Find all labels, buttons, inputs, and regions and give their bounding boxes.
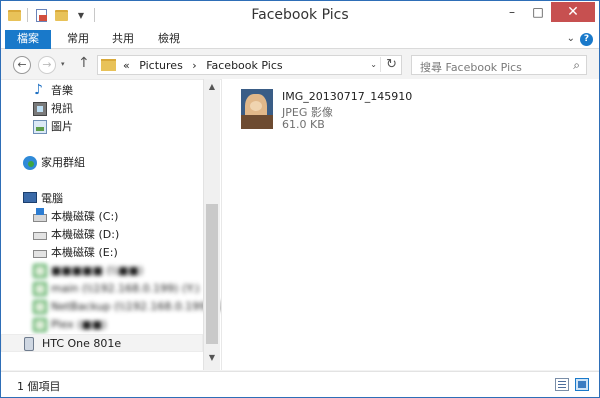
tab-home[interactable]: 常用 (57, 30, 99, 49)
nav-item-homegroup[interactable]: 家用群組 (1, 154, 203, 172)
nav-item-label: ■■■■■ (\\■■) (51, 264, 144, 277)
nav-item-drive-d[interactable]: 本機磁碟 (D:) (1, 226, 203, 244)
folder-icon (101, 59, 116, 71)
nav-item-label: 視訊 (51, 102, 73, 115)
nav-item-label: 電腦 (41, 192, 63, 205)
maximize-button[interactable]: □ (525, 2, 551, 22)
phone-icon (24, 337, 34, 351)
help-icon[interactable]: ? (580, 33, 593, 46)
recent-locations-dropdown[interactable]: ▾ (61, 60, 65, 68)
file-size: 61.0 KB (282, 118, 325, 131)
homegroup-icon (23, 156, 37, 170)
nav-item-label: 本機磁碟 (D:) (51, 228, 120, 241)
video-icon (33, 102, 47, 116)
address-bar[interactable]: « Pictures › Facebook Pics ⌄ ↻ (97, 55, 402, 75)
breadcrumb-separator[interactable]: › (192, 59, 196, 72)
close-button[interactable]: ✕ (551, 2, 595, 22)
forward-button[interactable]: → (38, 56, 56, 74)
breadcrumb-pictures[interactable]: Pictures (139, 59, 183, 72)
minimize-button[interactable]: – (499, 2, 525, 22)
nav-item-network-drive[interactable]: ■■■■■ (\\■■) (1, 262, 203, 280)
scroll-up-arrow[interactable]: ▲ (204, 82, 220, 96)
nav-item-computer[interactable]: 電腦 (1, 190, 203, 208)
item-count: 1 個項目 (17, 380, 61, 393)
nav-item-label: 圖片 (51, 120, 73, 133)
nav-item-label: 家用群組 (41, 156, 85, 169)
nav-item-pictures[interactable]: 圖片 (1, 118, 203, 136)
network-drive-icon (33, 300, 47, 314)
breadcrumb-facebook-pics[interactable]: Facebook Pics (206, 59, 282, 72)
search-icon[interactable]: ⌕ (573, 58, 580, 73)
nav-item-network-drive[interactable]: main (\\192.168.0.199) (Y:) (1, 280, 203, 298)
expand-ribbon-icon[interactable]: ⌄ (567, 33, 575, 44)
nav-item-label: 音樂 (51, 84, 73, 97)
tab-share[interactable]: 共用 (102, 30, 144, 49)
media-server-icon (33, 318, 47, 332)
back-button[interactable]: ← (13, 56, 31, 74)
nav-item-htc-one[interactable]: HTC One 801e (1, 334, 203, 352)
search-input[interactable]: 搜尋 Facebook Pics ⌕ (411, 55, 587, 75)
navigation-pane: 音樂 視訊 圖片 家用群組 電腦 本機磁碟 (C:) 本機磁碟 (D:) (1, 79, 221, 370)
network-drive-icon (33, 282, 47, 296)
nav-item-music[interactable]: 音樂 (1, 81, 203, 100)
computer-icon (23, 192, 37, 203)
status-bar: 1 個項目 (1, 371, 599, 397)
address-dropdown-icon[interactable]: ⌄ (370, 60, 377, 69)
breadcrumb: « Pictures › Facebook Pics (123, 59, 289, 72)
network-drive-icon (33, 264, 47, 278)
title-bar: ▼ Facebook Pics – □ ✕ (1, 1, 599, 30)
drive-icon (33, 250, 47, 258)
ribbon-tabs: 檔案 常用 共用 檢視 ⌄ ? (1, 30, 599, 49)
refresh-icon[interactable]: ↻ (380, 57, 397, 72)
navigation-pane-scrollbar[interactable]: ▲ ▼ (203, 79, 220, 370)
system-drive-icon (33, 208, 47, 222)
breadcrumb-overflow[interactable]: « (123, 59, 130, 72)
explorer-window: ▼ Facebook Pics – □ ✕ 檔案 常用 共用 檢視 ⌄ ? ← … (0, 0, 600, 398)
nav-item-drive-c[interactable]: 本機磁碟 (C:) (1, 208, 203, 226)
image-thumbnail[interactable] (241, 89, 273, 129)
search-placeholder: 搜尋 Facebook Pics (420, 61, 522, 74)
nav-item-media-server[interactable]: Plex (■■) (1, 316, 203, 334)
nav-item-network-drive[interactable]: NetBackup (\\192.168.0.199) (Z:) (1, 298, 221, 316)
nav-item-label: 本機磁碟 (C:) (51, 210, 119, 223)
nav-item-label: main (\\192.168.0.199) (Y:) (51, 282, 200, 295)
up-button[interactable]: ↑ (78, 55, 90, 71)
drive-icon (33, 232, 47, 240)
nav-item-videos[interactable]: 視訊 (1, 100, 203, 118)
music-icon (33, 81, 47, 99)
pictures-icon (33, 120, 47, 134)
tab-view[interactable]: 檢視 (148, 30, 190, 49)
nav-item-label: Plex (■■) (51, 318, 107, 331)
details-view-icon[interactable] (555, 378, 569, 391)
scrollbar-thumb[interactable] (206, 204, 218, 344)
navigation-bar: ← → ▾ ↑ « Pictures › Facebook Pics ⌄ ↻ 搜… (1, 50, 599, 79)
file-name[interactable]: IMG_20130717_145910 (282, 90, 412, 103)
large-icons-view-icon[interactable] (575, 378, 589, 391)
file-list: IMG_20130717_145910 JPEG 影像 61.0 KB (221, 79, 599, 370)
nav-item-label: NetBackup (\\192.168.0.199) (Z:) (51, 300, 221, 313)
nav-item-drive-e[interactable]: 本機磁碟 (E:) (1, 244, 203, 262)
window-controls: – □ ✕ (499, 2, 595, 22)
tab-file[interactable]: 檔案 (5, 30, 51, 49)
nav-item-label: HTC One 801e (42, 337, 122, 350)
nav-item-label: 本機磁碟 (E:) (51, 246, 118, 259)
scroll-down-arrow[interactable]: ▼ (204, 353, 220, 367)
